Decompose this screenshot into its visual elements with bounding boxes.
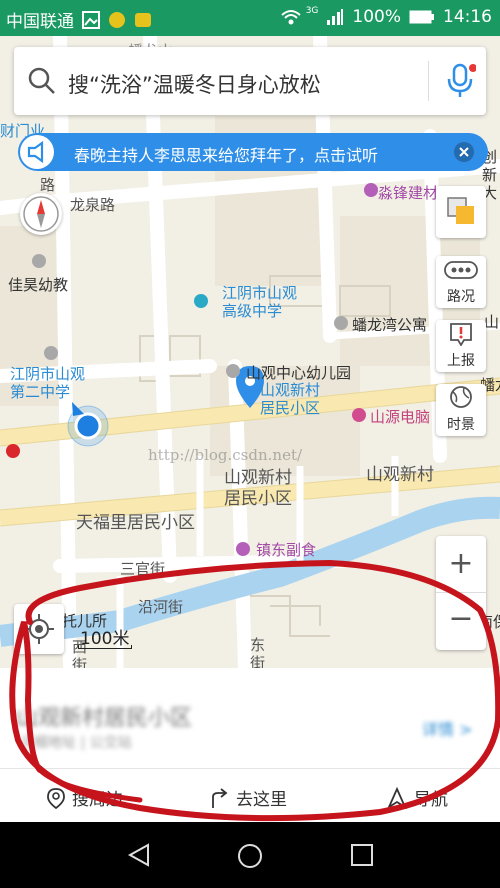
- back-icon[interactable]: [126, 842, 152, 872]
- map-view[interactable]: 龙泉路 佳昊幼教 江阴市山观 高级中学 蟠龙湾公寓 山观中心幼儿园 江阴市山观 …: [0, 36, 500, 668]
- gallery-icon: [82, 10, 100, 29]
- traffic-button[interactable]: 路况: [436, 256, 486, 308]
- layers-button[interactable]: [436, 186, 486, 238]
- poi-icon[interactable]: [226, 364, 240, 378]
- poi-label: 江阴市山观 第二中学: [10, 365, 86, 401]
- close-icon[interactable]: [454, 142, 474, 162]
- go-here-button[interactable]: 去这里: [208, 785, 287, 810]
- road-label: 路: [40, 176, 56, 194]
- network-type-label: 3G: [305, 6, 319, 16]
- school-icon[interactable]: [194, 294, 208, 308]
- signal-icon: [326, 8, 344, 26]
- shop-icon[interactable]: [352, 408, 366, 422]
- poi-label: 蟠龙湾公寓: [352, 316, 428, 334]
- traffic-icon: [444, 261, 478, 279]
- battery-icon: [409, 8, 435, 26]
- navigate-label: 导航: [414, 790, 448, 810]
- timeview-label: 时景: [447, 417, 475, 433]
- zoom-in-button[interactable]: +: [436, 536, 486, 593]
- poi-label: 镇东副食: [256, 541, 317, 559]
- banner-text: 春晚主持人李思思来给您拜年了，点击试听: [74, 146, 379, 165]
- search-icon: [28, 67, 56, 99]
- area-label: 山观新村: [366, 465, 434, 485]
- status-bar: 中国联通 3G 100% 14:16: [0, 0, 500, 36]
- road-label: 龙泉路: [70, 196, 116, 214]
- report-label: 上报: [447, 353, 475, 369]
- zoom-out-button[interactable]: −: [436, 593, 486, 649]
- locate-icon: [24, 614, 54, 644]
- home-icon[interactable]: [236, 842, 264, 874]
- scale-bar: [78, 645, 132, 649]
- locate-button[interactable]: [14, 604, 64, 654]
- compass-icon: [23, 196, 59, 232]
- shop-icon[interactable]: [236, 542, 250, 556]
- map-canvas: [0, 36, 500, 668]
- compass-button[interactable]: [20, 193, 62, 235]
- wifi-icon: [280, 8, 301, 26]
- poi-label: 山观中心幼儿园: [246, 364, 352, 382]
- battery-percent: 100%: [352, 7, 401, 27]
- divider: [428, 61, 429, 101]
- poi-icon[interactable]: [334, 316, 348, 330]
- zoom-control: + −: [436, 536, 486, 650]
- search-nearby-label: 搜周边: [72, 790, 123, 810]
- go-here-label: 去这里: [236, 790, 287, 810]
- shop-icon[interactable]: [364, 183, 378, 197]
- road-label: 东 街: [250, 636, 266, 668]
- area-label: 山观新村 居民小区: [224, 468, 292, 509]
- poi-icon[interactable]: [32, 254, 46, 268]
- road-label: 三官街: [120, 560, 166, 578]
- voice-promo-banner[interactable]: 春晚主持人李思思来给您拜年了，点击试听: [18, 133, 488, 171]
- poi-label: 淼锋建材: [378, 184, 439, 202]
- clock: 14:16: [443, 7, 492, 27]
- road-label: 沿河街: [138, 598, 184, 616]
- selected-poi-label: 山观新村 居民小区: [260, 381, 321, 417]
- poi-icon[interactable]: [44, 346, 58, 360]
- megaphone-icon: [20, 135, 54, 169]
- location-pin-icon: [47, 787, 65, 809]
- report-button[interactable]: 上报: [436, 320, 486, 372]
- app-notification-icon: [134, 11, 152, 29]
- timeview-button[interactable]: 时景: [436, 384, 486, 436]
- detail-link[interactable]: 详情 >: [422, 716, 473, 740]
- system-nav-bar: [0, 822, 500, 888]
- search-input[interactable]: 搜“洗浴”温暖冬日身心放松: [68, 69, 321, 99]
- poi-label: 山源电脑: [370, 408, 431, 426]
- unicom-icon[interactable]: [6, 444, 20, 458]
- traffic-label: 路况: [447, 289, 475, 305]
- report-icon: [450, 323, 472, 347]
- navigate-button[interactable]: 导航: [386, 785, 448, 810]
- recents-icon[interactable]: [350, 843, 374, 871]
- place-subtitle: 详细地址 | 公交站: [20, 735, 132, 751]
- area-label: 天福里居民小区: [76, 513, 195, 533]
- carrier-label: 中国联通: [6, 12, 74, 32]
- navigation-arrow-icon: [387, 786, 407, 809]
- place-name: 山观新村居民小区: [16, 706, 193, 731]
- app-notification-icon: [108, 11, 126, 29]
- globe-icon: [450, 386, 472, 408]
- layers-icon: [447, 197, 474, 224]
- watermark: http://blog.csdn.net/: [148, 446, 303, 464]
- search-bar[interactable]: 搜“洗浴”温暖冬日身心放松: [14, 47, 486, 115]
- search-nearby-button[interactable]: 搜周边: [46, 785, 123, 810]
- action-bar: 搜周边 去这里 导航: [0, 768, 500, 823]
- poi-label: 山: [484, 313, 500, 331]
- poi-label: 佳昊幼教: [8, 276, 69, 294]
- route-icon: [212, 787, 228, 808]
- microphone-icon[interactable]: [444, 63, 477, 103]
- poi-label: 江阴市山观 高级中学: [222, 284, 298, 320]
